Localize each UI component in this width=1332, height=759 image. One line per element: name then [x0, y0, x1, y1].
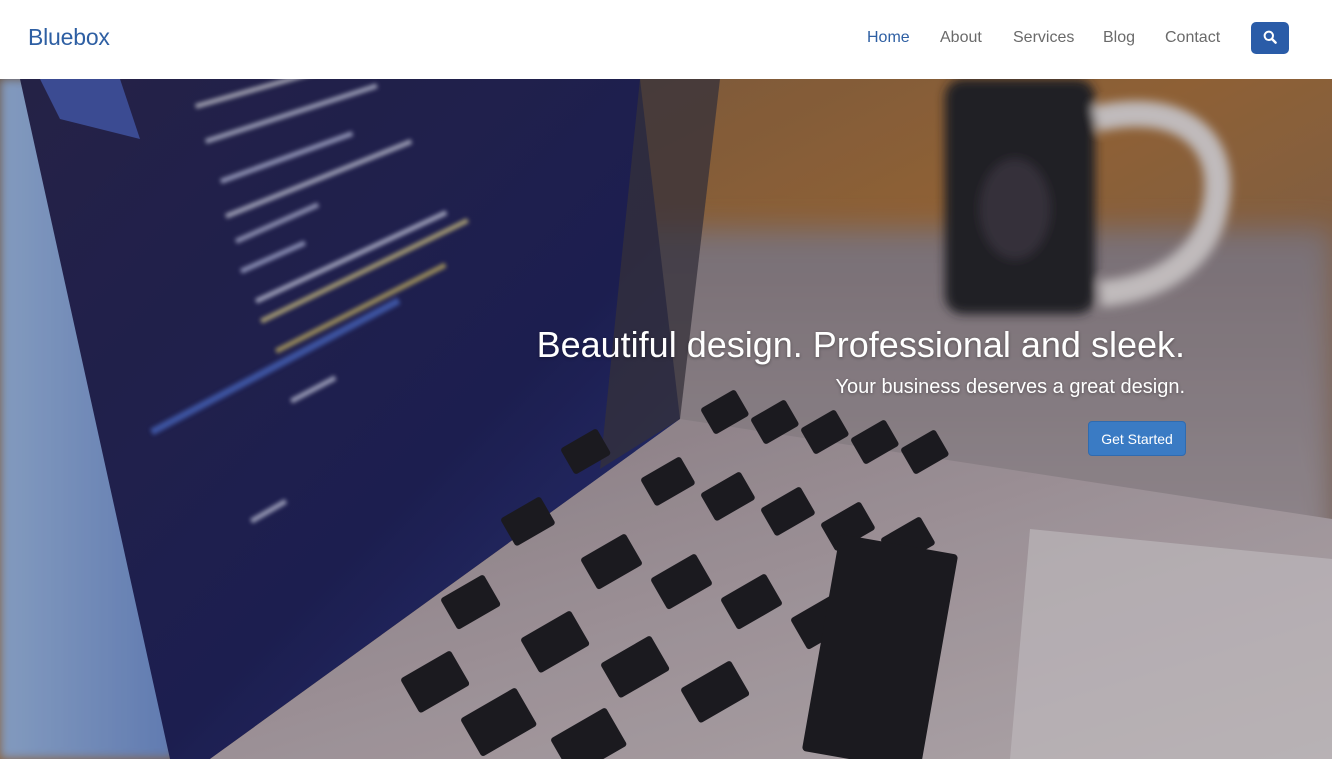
nav-link-contact[interactable]: Contact [1165, 29, 1220, 47]
hero-overlay [0, 79, 1332, 759]
hero-title: Beautiful design. Professional and sleek… [536, 324, 1185, 365]
navbar: Bluebox Home About Services Blog Contact [0, 0, 1332, 79]
hero-section: Beautiful design. Professional and sleek… [0, 79, 1332, 759]
hero-subtitle: Your business deserves a great design. [835, 376, 1185, 398]
nav-menu: Home About Services Blog Contact [0, 0, 1332, 79]
nav-link-blog[interactable]: Blog [1103, 29, 1135, 47]
get-started-button[interactable]: Get Started [1088, 421, 1186, 456]
search-button[interactable] [1251, 22, 1289, 54]
nav-link-services[interactable]: Services [1013, 29, 1074, 47]
search-icon [1263, 30, 1277, 47]
nav-link-about[interactable]: About [940, 29, 982, 47]
nav-link-home[interactable]: Home [867, 29, 910, 47]
